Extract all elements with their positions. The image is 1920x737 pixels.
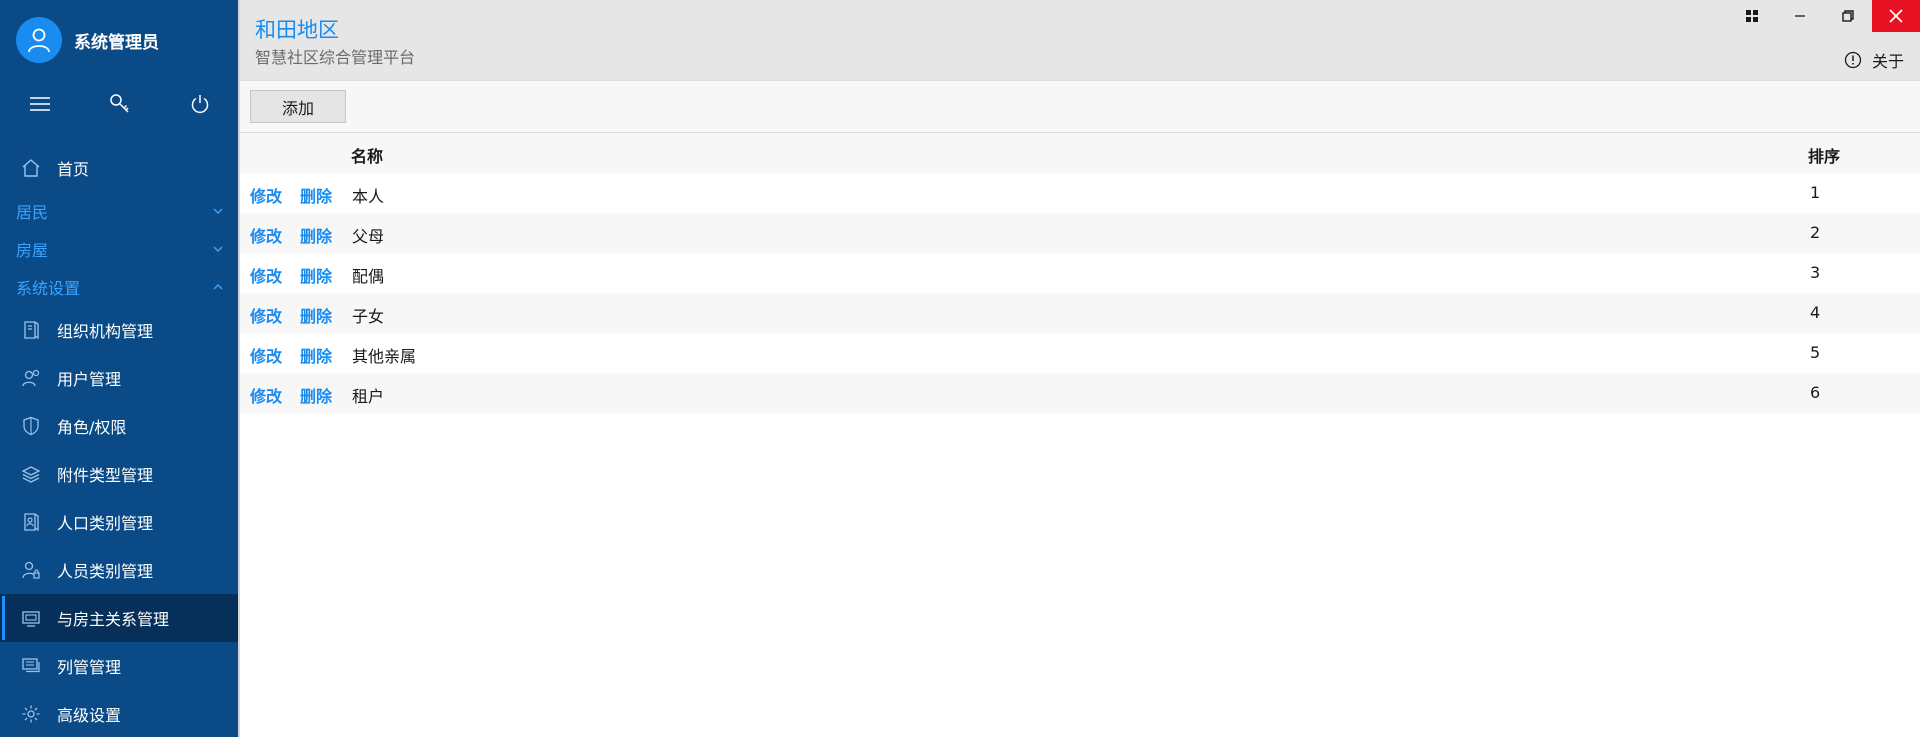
edit-link[interactable]: 修改 xyxy=(250,263,282,287)
delete-link[interactable]: 删除 xyxy=(300,303,332,327)
sidebar-item-label: 列管管理 xyxy=(57,658,122,677)
about-label: 关于 xyxy=(1871,52,1904,71)
sidebar-item-label: 人员类别管理 xyxy=(57,562,154,581)
column-header-order[interactable]: 排序 xyxy=(1808,143,1840,167)
info-icon xyxy=(1844,51,1862,69)
sidebar-item-home[interactable]: 首页 xyxy=(0,144,238,192)
user-profile[interactable]: 系统管理员 xyxy=(16,16,159,64)
close-icon[interactable] xyxy=(1872,0,1920,32)
people-category-icon xyxy=(19,510,43,534)
key-icon[interactable] xyxy=(100,88,140,120)
page-title: 和田地区 xyxy=(255,18,339,42)
shield-icon xyxy=(19,414,43,438)
monitor-stack-icon xyxy=(19,654,43,678)
sidebar-item-users[interactable]: 用户管理 xyxy=(0,354,238,402)
sidebar-item-label: 组织机构管理 xyxy=(57,322,154,341)
cell-order: 5 xyxy=(1810,343,1821,362)
table-row: 修改 删除 租户 6 xyxy=(240,373,1920,413)
table-row: 修改 删除 子女 4 xyxy=(240,293,1920,333)
header: 和田地区 智慧社区综合管理平台 关于 xyxy=(240,0,1920,80)
sidebar-item-label: 用户管理 xyxy=(57,370,122,389)
cell-name: 配偶 xyxy=(352,267,385,286)
table-row: 修改 删除 本人 1 xyxy=(240,173,1920,213)
cell-name: 父母 xyxy=(352,227,385,246)
sidebar-item-label: 首页 xyxy=(57,160,90,179)
sidebar: 系统管理员 首页 居民 房屋 系统设置 组织机构管理 用户管理 角色/权限 附件… xyxy=(0,0,238,737)
edit-link[interactable]: 修改 xyxy=(250,383,282,407)
sidebar-item-population-categories[interactable]: 人口类别管理 xyxy=(0,498,238,546)
sidebar-group-system-settings[interactable]: 系统设置 xyxy=(0,269,238,305)
sidebar-group-label: 居民 xyxy=(16,203,49,222)
delete-link[interactable]: 删除 xyxy=(300,223,332,247)
chevron-down-icon xyxy=(213,208,223,215)
hamburger-menu-icon[interactable] xyxy=(20,88,60,120)
restore-icon[interactable] xyxy=(1824,0,1872,32)
sidebar-item-roles[interactable]: 角色/权限 xyxy=(0,402,238,450)
sidebar-item-label: 高级设置 xyxy=(57,706,122,725)
table-header: 名称 排序 xyxy=(240,133,1920,173)
gear-icon xyxy=(19,702,43,726)
sidebar-group-label: 房屋 xyxy=(16,241,49,260)
page-subtitle: 智慧社区综合管理平台 xyxy=(255,48,416,67)
sidebar-item-supervision[interactable]: 列管管理 xyxy=(0,642,238,690)
column-header-name[interactable]: 名称 xyxy=(351,143,383,167)
sidebar-item-owner-relationships[interactable]: 与房主关系管理 xyxy=(0,594,238,642)
edit-link[interactable]: 修改 xyxy=(250,223,282,247)
sidebar-item-advanced-settings[interactable]: 高级设置 xyxy=(0,690,238,737)
layers-icon xyxy=(19,462,43,486)
cell-order: 6 xyxy=(1810,383,1821,402)
sidebar-group-label: 系统设置 xyxy=(16,279,81,298)
cell-order: 3 xyxy=(1810,263,1821,282)
delete-link[interactable]: 删除 xyxy=(300,263,332,287)
edit-link[interactable]: 修改 xyxy=(250,303,282,327)
sidebar-item-label: 人口类别管理 xyxy=(57,514,154,533)
about-button[interactable]: 关于 xyxy=(1844,48,1904,72)
user-name: 系统管理员 xyxy=(74,32,159,53)
sidebar-item-organization[interactable]: 组织机构管理 xyxy=(0,306,238,354)
edit-link[interactable]: 修改 xyxy=(250,183,282,207)
edit-link[interactable]: 修改 xyxy=(250,343,282,367)
organization-icon xyxy=(19,318,43,342)
home-icon xyxy=(19,156,43,180)
sidebar-item-label: 附件类型管理 xyxy=(57,466,154,485)
power-icon[interactable] xyxy=(180,88,220,120)
cell-name: 子女 xyxy=(352,307,385,326)
chevron-down-icon xyxy=(213,246,223,253)
app-window: 系统管理员 首页 居民 房屋 系统设置 组织机构管理 用户管理 角色/权限 附件… xyxy=(0,0,1920,737)
sidebar-toolbar xyxy=(0,88,238,120)
cell-order: 4 xyxy=(1810,303,1821,322)
delete-link[interactable]: 删除 xyxy=(300,183,332,207)
cell-name: 其他亲属 xyxy=(352,347,417,366)
table-row: 修改 删除 其他亲属 5 xyxy=(240,333,1920,373)
table-row: 修改 删除 配偶 3 xyxy=(240,253,1920,293)
sidebar-item-attachment-types[interactable]: 附件类型管理 xyxy=(0,450,238,498)
users-icon xyxy=(19,366,43,390)
toolbar: 添加 xyxy=(240,81,1920,132)
delete-link[interactable]: 删除 xyxy=(300,343,332,367)
monitor-icon xyxy=(19,606,43,630)
minimize-icon[interactable] xyxy=(1776,0,1824,32)
cell-order: 2 xyxy=(1810,223,1821,242)
grid-icon[interactable] xyxy=(1728,0,1776,32)
cell-name: 本人 xyxy=(352,187,385,206)
cell-order: 1 xyxy=(1810,183,1821,202)
cell-name: 租户 xyxy=(352,387,385,406)
add-button[interactable]: 添加 xyxy=(250,90,346,123)
sidebar-item-label: 与房主关系管理 xyxy=(57,610,170,629)
table-row: 修改 删除 父母 2 xyxy=(240,213,1920,253)
sidebar-group-residents[interactable]: 居民 xyxy=(0,193,238,229)
user-icon xyxy=(16,17,62,63)
person-lock-icon xyxy=(19,558,43,582)
sidebar-item-personnel-categories[interactable]: 人员类别管理 xyxy=(0,546,238,594)
chevron-up-icon xyxy=(213,283,223,290)
delete-link[interactable]: 删除 xyxy=(300,383,332,407)
sidebar-group-houses[interactable]: 房屋 xyxy=(0,231,238,267)
sidebar-item-label: 角色/权限 xyxy=(57,418,127,437)
